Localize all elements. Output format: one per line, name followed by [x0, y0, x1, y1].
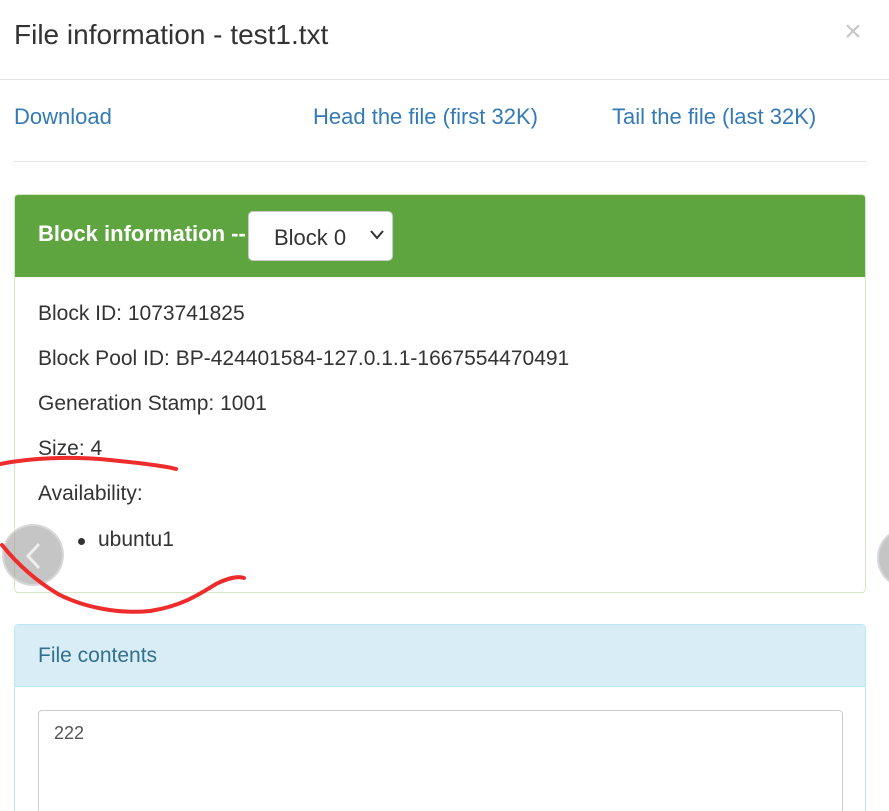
close-icon[interactable]: × [838, 14, 868, 50]
download-link[interactable]: Download [14, 104, 112, 130]
block-pool-id: Block Pool ID: BP-424401584-127.0.1.1-16… [38, 347, 570, 370]
file-info-modal: File information - test1.txt × Download … [0, 0, 889, 811]
chevron-down-icon [370, 230, 384, 240]
file-actions: Download Head the file (first 32K) Tail … [0, 104, 889, 134]
file-contents-panel: File contents 222 [14, 624, 866, 811]
block-info-title: Block information -- [38, 221, 246, 246]
modal-title: File information - test1.txt [14, 19, 329, 50]
head-file-link[interactable]: Head the file (first 32K) [313, 104, 538, 130]
block-info-heading: Block information -- Block 0 [15, 195, 865, 277]
file-contents-textarea[interactable]: 222 [38, 710, 843, 811]
block-select[interactable]: Block 0 [248, 211, 393, 261]
block-select-value: Block 0 [274, 225, 347, 250]
file-contents-title: File contents [38, 644, 158, 667]
file-contents-heading: File contents [15, 625, 865, 687]
file-contents-text: 222 [54, 723, 85, 743]
bullet [78, 538, 85, 545]
prev-button[interactable] [2, 524, 64, 586]
divider [14, 161, 866, 162]
tail-file-link[interactable]: Tail the file (last 32K) [612, 104, 816, 130]
datanode-name: ubuntu1 [98, 528, 174, 551]
availability-label: Availability: [38, 482, 143, 505]
block-id: Block ID: 1073741825 [38, 302, 245, 325]
chevron-left-icon [25, 542, 41, 570]
modal-header: File information - test1.txt × [0, 0, 889, 80]
next-button[interactable] [877, 527, 889, 589]
block-size: Size: 4 [38, 437, 103, 460]
generation-stamp: Generation Stamp: 1001 [38, 392, 267, 415]
